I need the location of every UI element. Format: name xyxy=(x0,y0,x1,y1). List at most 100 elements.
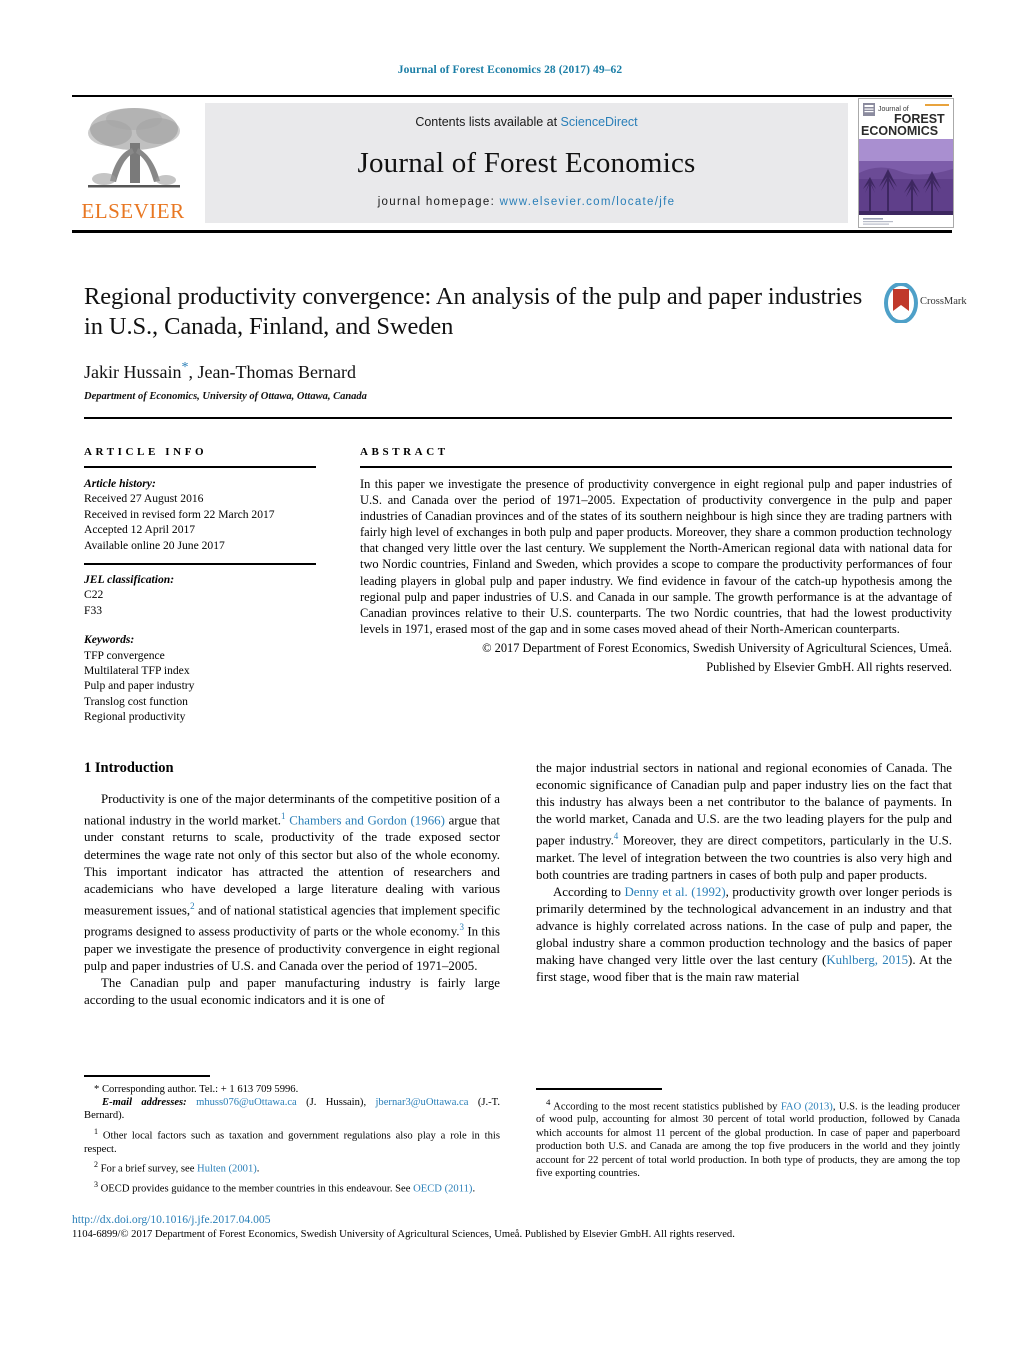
introduction-left-column: 1 Introduction Productivity is one of th… xyxy=(84,760,500,1009)
abstract-text: In this paper we investigate the presenc… xyxy=(360,477,952,636)
citation-chambers-gordon[interactable]: Chambers and Gordon (1966) xyxy=(289,813,445,827)
footnote-1-number: 1 xyxy=(94,1126,98,1136)
keyword-item: Multilateral TFP index xyxy=(84,664,190,678)
footnote-1: 1 Other local factors such as taxation a… xyxy=(84,1125,500,1156)
corresponding-author-marker[interactable]: * xyxy=(182,360,189,375)
jel-label: JEL classification: xyxy=(84,573,175,587)
keyword-item: TFP convergence xyxy=(84,648,165,662)
masthead-top-rule xyxy=(72,95,952,97)
footnote-corresponding-author: * Corresponding author. Tel.: + 1 613 70… xyxy=(94,1083,299,1095)
footnote-1-text: Other local factors such as taxation and… xyxy=(84,1130,500,1155)
issn-copyright-line: 1104-6899/© 2017 Department of Forest Ec… xyxy=(72,1229,735,1240)
contents-available-line: Contents lists available at ScienceDirec… xyxy=(205,115,848,129)
footnote-3: 3 OECD provides guidance to the member c… xyxy=(84,1178,500,1196)
jel-code: F33 xyxy=(84,603,103,617)
journal-masthead: ELSEVIER Contents lists available at Sci… xyxy=(72,95,954,233)
abstract-rule xyxy=(360,466,952,468)
title-block: Regional productivity convergence: An an… xyxy=(84,282,874,402)
citation-hulten[interactable]: Hulten (2001) xyxy=(197,1164,257,1175)
history-item: Received in revised form 22 March 2017 xyxy=(84,507,275,521)
jel-code: C22 xyxy=(84,588,104,602)
footnote-separator-rule-right xyxy=(536,1088,662,1090)
footnote-emails: E-mail addresses: mhuss076@uOttawa.ca (J… xyxy=(84,1096,500,1123)
abstract-heading: ABSTRACT xyxy=(360,446,449,458)
intro-p1-b: argue that under constant returns to sca… xyxy=(84,813,500,918)
intro-paragraph-3: According to Denny et al. (1992), produc… xyxy=(536,884,952,987)
citation-denny-et-al[interactable]: Denny et al. (1992) xyxy=(625,885,726,899)
author-primary: Jakir Hussain xyxy=(84,362,182,382)
crossmark-label: CrossMark xyxy=(920,296,967,307)
article-history-label: Article history: xyxy=(84,477,156,490)
email-link-hussain[interactable]: mhuss076@uOttawa.ca xyxy=(196,1097,297,1108)
section-heading-introduction: 1 Introduction xyxy=(84,760,174,776)
title-bottom-rule xyxy=(84,417,952,419)
footer-block: http://dx.doi.org/10.1016/j.jfe.2017.04.… xyxy=(72,1212,962,1242)
history-item: Received 27 August 2016 xyxy=(84,492,204,506)
journal-cover-art: Journal of FOREST ECONOMICS xyxy=(859,99,953,227)
contents-prefix: Contents lists available at xyxy=(415,115,561,129)
svg-text:ECONOMICS: ECONOMICS xyxy=(861,124,938,138)
masthead-bottom-rule xyxy=(72,230,952,233)
journal-title: Journal of Forest Economics xyxy=(357,147,696,179)
article-info-column: ARTICLE INFO Article history: Received 2… xyxy=(84,446,316,725)
intro-paragraph-2: The Canadian pulp and paper manufacturin… xyxy=(84,975,500,1007)
crossmark-badge[interactable]: CrossMark xyxy=(884,282,967,327)
doi-link[interactable]: http://dx.doi.org/10.1016/j.jfe.2017.04.… xyxy=(72,1212,962,1227)
author-list: Jakir Hussain*, Jean-Thomas Bernard xyxy=(84,360,874,383)
keyword-item: Pulp and paper industry xyxy=(84,679,195,693)
author-secondary: , Jean-Thomas Bernard xyxy=(188,362,356,382)
keyword-item: Regional productivity xyxy=(84,710,186,724)
footnote-2-number: 2 xyxy=(94,1160,98,1170)
homepage-prefix: journal homepage: xyxy=(377,196,500,208)
jel-separator-rule xyxy=(84,563,316,566)
email-link-bernard[interactable]: jbernar3@uOttawa.ca xyxy=(375,1097,468,1108)
footnote-4-text-b: , U.S. is the leading producer of wood p… xyxy=(536,1101,960,1180)
contents-panel: Contents lists available at ScienceDirec… xyxy=(205,103,848,223)
footnote-2: 2 For a brief survey, see Hulten (2001). xyxy=(84,1158,500,1176)
email-label: E-mail addresses: xyxy=(102,1096,187,1108)
intro-paragraph-2-continued: the major industrial sectors in national… xyxy=(536,760,952,884)
footnote-3-number: 3 xyxy=(94,1180,98,1189)
introduction-right-column: the major industrial sectors in national… xyxy=(536,760,952,987)
footnote-3-text-b: . xyxy=(472,1183,476,1195)
keywords-label: Keywords: xyxy=(84,633,135,647)
article-history-group: Article history: Received 27 August 2016… xyxy=(84,476,316,553)
elsevier-tree-icon xyxy=(88,108,180,188)
page-title: Regional productivity convergence: An an… xyxy=(84,283,863,340)
journal-cover-thumbnail: Journal of FOREST ECONOMICS xyxy=(858,98,954,228)
elsevier-logo: ELSEVIER xyxy=(74,103,192,225)
journal-homepage-line: journal homepage: www.elsevier.com/locat… xyxy=(205,196,848,208)
sciencedirect-link[interactable]: ScienceDirect xyxy=(561,115,638,129)
article-info-heading: ARTICLE INFO xyxy=(84,446,208,458)
email1-name: (J. Hussain), xyxy=(296,1096,376,1108)
footnote-separator-rule xyxy=(84,1075,210,1077)
intro-paragraph-1: Productivity is one of the major determi… xyxy=(84,791,500,975)
citation-oecd[interactable]: OECD (2011) xyxy=(413,1184,472,1195)
abstract-column: ABSTRACT In this paper we investigate th… xyxy=(360,446,952,675)
abstract-copyright-line-1: © 2017 Department of Forest Economics, S… xyxy=(482,640,952,655)
footnote-2-text-a: For a brief survey, see xyxy=(100,1163,198,1175)
keyword-item: Translog cost function xyxy=(84,694,188,708)
crossmark-icon xyxy=(884,282,918,324)
journal-homepage-link[interactable]: www.elsevier.com/locate/jfe xyxy=(500,196,676,208)
keywords-group: Keywords: TFP convergence Multilateral T… xyxy=(84,632,316,724)
running-head: Journal of Forest Economics 28 (2017) 49… xyxy=(397,64,623,76)
jel-group: JEL classification: C22 F33 xyxy=(84,572,316,618)
citation-kuhlberg[interactable]: Kuhlberg, 2015 xyxy=(826,953,908,967)
footnote-4: 4 According to the most recent statistic… xyxy=(536,1096,960,1181)
footnote-2-text-b: . xyxy=(256,1163,260,1175)
footnote-4-text-a: According to the most recent statistics … xyxy=(553,1101,781,1113)
citation-fao[interactable]: FAO (2013) xyxy=(781,1101,833,1112)
footnotes-right: 4 According to the most recent statistic… xyxy=(536,1088,960,1180)
abstract-copyright-line-2: Published by Elsevier GmbH. All rights r… xyxy=(706,660,952,675)
affiliation: Department of Economics, University of O… xyxy=(84,391,367,402)
elsevier-wordmark: ELSEVIER xyxy=(81,199,185,223)
footnote-3-text-a: OECD provides guidance to the member cou… xyxy=(100,1183,414,1195)
footnote-4-number: 4 xyxy=(546,1096,551,1107)
article-info-rule xyxy=(84,466,316,468)
footnote-marker-1[interactable]: 1 xyxy=(281,811,286,821)
footnotes-left: * Corresponding author. Tel.: + 1 613 70… xyxy=(84,1075,500,1196)
article-first-page: Journal of Forest Economics 28 (2017) 49… xyxy=(0,0,1020,1351)
intro-p3-a: According to xyxy=(553,884,625,899)
history-item: Available online 20 June 2017 xyxy=(84,538,225,552)
